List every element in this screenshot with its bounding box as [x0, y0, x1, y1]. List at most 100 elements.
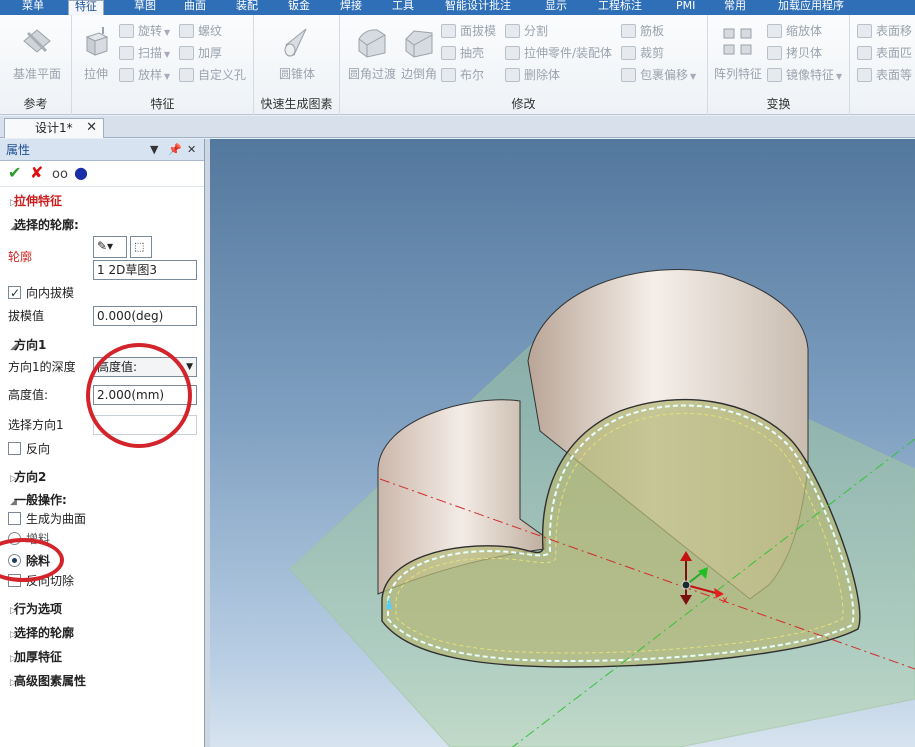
datum-plane-icon [20, 25, 54, 59]
thicken-button[interactable]: 加厚 [178, 43, 222, 63]
thread-button[interactable]: 螺纹 [178, 21, 222, 41]
section-behavior-options[interactable]: ▷行为选项 [0, 599, 204, 619]
tab-sheetmetal[interactable]: 钣金 [288, 0, 310, 15]
mirror-feature-button[interactable]: 镜像特征 ▼ [766, 65, 842, 85]
group-quick-primitives: 圆锥体 快速生成图素 [254, 15, 340, 115]
check-icon[interactable]: ✔ [8, 164, 21, 182]
boolean-button[interactable]: 布尔 [440, 65, 484, 85]
datum-plane-button[interactable]: 基准平面 [8, 25, 66, 82]
section-advanced-properties[interactable]: ▷高级图素属性 [0, 671, 204, 691]
tab-pmi[interactable]: PMI [676, 0, 695, 15]
loft-button[interactable]: 放样 ▼ [118, 65, 170, 85]
collapse-triangle-icon: ◢ [10, 342, 17, 352]
help-circle-icon[interactable]: ● [74, 164, 88, 182]
wrap-offset-button[interactable]: 包裹偏移 ▼ [620, 65, 696, 85]
document-tab[interactable]: 设计1* ✕ [4, 118, 104, 138]
extrude-part-icon [505, 46, 520, 60]
group-label-modify: 修改 [511, 97, 536, 111]
trim-button[interactable]: 裁剪 [620, 43, 664, 63]
surface-move-icon [857, 24, 872, 38]
annotation-circle-height [86, 343, 192, 448]
sketch-edit-button[interactable]: ✎▾ [93, 236, 127, 258]
surface-equal-button[interactable]: 表面等 [856, 65, 912, 85]
ribbon-tab-bar: 菜单 特征 草图 曲面 装配 钣金 焊接 工具 智能设计批注 显示 工程标注 P… [0, 0, 915, 15]
chevron-down-icon: ▼ [164, 28, 171, 37]
group-surface: 表面移 表面匹 表面等 [850, 15, 915, 115]
tab-display[interactable]: 显示 [545, 0, 567, 15]
tab-feature[interactable]: 特征 [68, 0, 104, 15]
tab-tools[interactable]: 工具 [392, 0, 414, 15]
shell-button[interactable]: 抽壳 [440, 43, 484, 63]
expand-triangle-icon: ▷ [10, 630, 17, 640]
tab-assembly[interactable]: 装配 [236, 0, 258, 15]
document-tab-title: 设计1* [35, 121, 73, 135]
face-draft-button[interactable]: 面拔模 [440, 21, 496, 41]
group-label-reference: 参考 [23, 97, 48, 111]
tab-surface[interactable]: 曲面 [184, 0, 206, 15]
group-label-feature: 特征 [150, 97, 175, 111]
section-selected-profile[interactable]: ▷选择的轮廓 [0, 623, 204, 643]
sweep-button[interactable]: 扫描 ▼ [118, 43, 170, 63]
tab-menu[interactable]: 菜单 [22, 0, 44, 15]
scale-body-button[interactable]: 缩放体 [766, 21, 822, 41]
delete-body-icon [505, 68, 520, 82]
section-general-operations[interactable]: ◢一般操作: [0, 490, 204, 510]
triad-origin[interactable] [681, 580, 691, 590]
reverse-row[interactable]: 反向 [8, 439, 212, 459]
draft-inward-row[interactable]: 向内拔模 [8, 283, 212, 303]
face-draft-icon [441, 24, 456, 38]
surface-move-button[interactable]: 表面移 [856, 21, 912, 41]
3d-viewport[interactable]: x [210, 139, 915, 747]
property-panel: 属性 ▼ 📌 ✕ ✔ ✘ oo ● ▷拉伸特征 ◢选择的轮廓: 轮廓 ✎▾ ⬚ … [0, 139, 205, 747]
cancel-x-icon[interactable]: ✘ [30, 164, 43, 182]
expand-triangle-icon: ▷ [10, 606, 17, 616]
tab-engineering-annotation[interactable]: 工程标注 [598, 0, 642, 15]
profile-list[interactable]: 1 2D草图3 [93, 260, 197, 280]
draft-inward-checkbox[interactable] [8, 283, 21, 303]
chamfer-button[interactable]: 边倒角 [398, 25, 440, 82]
pin-icon[interactable]: 📌 [168, 139, 182, 161]
rib-icon [621, 24, 636, 38]
extrude-button[interactable]: 拉伸 [76, 25, 116, 82]
chevron-down-icon: ▼ [164, 72, 171, 81]
dropdown-arrow-icon[interactable]: ▼ [150, 139, 158, 161]
generate-surface-row[interactable]: 生成为曲面 [8, 509, 212, 529]
pencil-icon: ✎▾ [97, 239, 114, 253]
sketch-select-button[interactable]: ⬚ [130, 236, 152, 258]
cone-button[interactable]: 圆锥体 [272, 25, 322, 82]
rib-button[interactable]: 筋板 [620, 21, 664, 41]
section-direction1[interactable]: ◢方向1 [0, 335, 204, 355]
chevron-down-icon: ▼ [690, 72, 697, 81]
group-label-transform: 变换 [766, 97, 791, 111]
tab-smart-annotation[interactable]: 智能设计批注 [445, 0, 511, 15]
generate-surface-checkbox[interactable] [8, 512, 21, 525]
pattern-feature-button[interactable]: 阵列特征 [712, 25, 764, 82]
tab-sketch[interactable]: 草图 [134, 0, 156, 15]
preview-glasses-icon[interactable]: oo [52, 166, 68, 184]
scale-icon [767, 24, 782, 38]
close-icon[interactable]: ✕ [187, 139, 196, 161]
copy-icon [767, 46, 782, 60]
surface-match-button[interactable]: 表面匹 [856, 43, 912, 63]
draft-value-input[interactable]: 0.000(deg) [93, 306, 197, 326]
extrude-part-button[interactable]: 拉伸零件/装配体 [504, 43, 612, 63]
tab-weld[interactable]: 焊接 [340, 0, 362, 15]
tab-common[interactable]: 常用 [724, 0, 746, 15]
delete-body-button[interactable]: 删除体 [504, 65, 560, 85]
copy-body-button[interactable]: 拷贝体 [766, 43, 822, 63]
ribbon: 基准平面 参考 拉伸 旋转 ▼ 扫描 ▼ 放样 ▼ 螺纹 加厚 自定义孔 特征 圆锥体… [0, 15, 915, 115]
section-thicken-feature[interactable]: ▷加厚特征 [0, 647, 204, 667]
panel-title: 属性 [6, 143, 31, 157]
tab-addins[interactable]: 加载应用程序 [778, 0, 844, 15]
reverse-checkbox[interactable] [8, 442, 21, 455]
section-direction2[interactable]: ▷方向2 [0, 467, 204, 487]
revolve-button[interactable]: 旋转 ▼ [118, 21, 170, 41]
split-button[interactable]: 分割 [504, 21, 548, 41]
group-feature: 拉伸 旋转 ▼ 扫描 ▼ 放样 ▼ 螺纹 加厚 自定义孔 特征 [72, 15, 254, 115]
close-icon[interactable]: ✕ [86, 119, 97, 137]
custom-hole-button[interactable]: 自定义孔 [178, 65, 246, 85]
thicken-icon [179, 46, 194, 60]
section-extrude-feature[interactable]: ▷拉伸特征 [0, 191, 204, 211]
section-select-profile[interactable]: ◢选择的轮廓: [0, 215, 204, 235]
fillet-button[interactable]: 圆角过渡 [346, 25, 398, 82]
